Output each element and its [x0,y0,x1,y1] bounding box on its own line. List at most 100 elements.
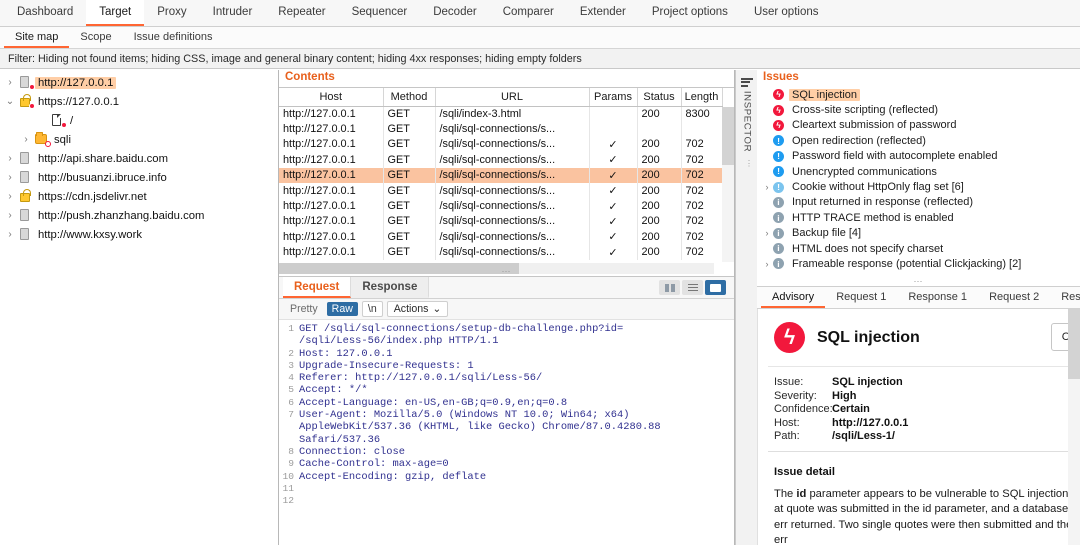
column-header-method[interactable]: Method [383,88,436,107]
scrollbar-thumb[interactable] [279,263,519,274]
split-view-icon[interactable] [659,280,680,295]
newline-button[interactable]: \n [361,301,383,317]
main-tab-sequencer[interactable]: Sequencer [339,0,421,26]
single-view-icon[interactable] [705,280,726,295]
chevron-right-icon[interactable]: › [761,182,773,192]
advisory-header: ϟ SQL injection Com [768,309,1080,367]
issues-list[interactable]: ϟ SQL injection ϟ Cross-site scripting (ref… [757,87,1080,287]
table-row[interactable]: http://127.0.0.1 GET/sqli/sql-connections… [279,121,723,137]
issue-item[interactable]: ›! Cookie without HttpOnly flag set [6] [757,179,1080,194]
scrollbar-thumb[interactable] [1068,309,1080,379]
tree-node[interactable]: ⌄ https://127.0.0.1 [0,92,278,111]
table-row[interactable]: http://127.0.0.1 GET/sqli/sql-connections… [279,198,723,214]
advisory-tab-request-1[interactable]: Request 1 [825,287,897,308]
chevron-right-icon[interactable]: › [3,210,17,221]
chevron-right-icon[interactable]: › [761,228,773,238]
chevron-down-icon[interactable]: ⌄ [3,96,17,107]
tree-node[interactable]: › http://127.0.0.1 [0,73,278,92]
severity-info-icon: i [773,227,784,239]
advisory-tab-response-1[interactable]: Response 1 [897,287,978,308]
contents-horizontal-scrollbar[interactable] [279,263,714,274]
tree-node-label: http://busuanzi.ibruce.info [38,171,167,184]
table-row[interactable]: http://127.0.0.1 GET/sqli/index-3.html 200… [279,106,723,122]
issue-item[interactable]: › i Frameable response (potential Clickjac… [757,256,1080,271]
main-tab-dashboard[interactable]: Dashboard [4,0,86,26]
tab-response[interactable]: Response [351,277,430,298]
list-view-icon[interactable] [682,280,703,295]
chevron-right-icon[interactable]: › [761,259,773,269]
tab-request[interactable]: Request [283,277,352,298]
column-header-url[interactable]: URL [435,88,590,107]
contents-table-container[interactable]: Host Method URL Params Status Length http://1… [279,87,734,277]
table-row[interactable]: http://127.0.0.1 GET/sqli/sql-connections… [279,152,723,168]
chevron-right-icon[interactable]: › [3,172,17,183]
advisory-scrollbar[interactable] [1068,309,1080,545]
issue-detail-text: The id parameter appears to be vulnerabl… [774,487,1074,545]
sub-tab-scope[interactable]: Scope [69,27,122,48]
main-tab-proxy[interactable]: Proxy [144,0,199,26]
issue-item[interactable]: ! Password field with autocomplete enable… [757,149,1080,164]
main-tab-user-options[interactable]: User options [741,0,832,26]
tree-node[interactable]: ›/ [0,111,278,130]
main-tab-repeater[interactable]: Repeater [265,0,338,26]
main-tab-intruder[interactable]: Intruder [200,0,266,26]
inspector-rail[interactable]: INSPECTOR ⋮ [735,70,757,545]
site-map-tree[interactable]: ›http://127.0.0.1⌄https://127.0.0.1›/›sq… [0,70,279,545]
column-header-params[interactable]: Params [589,88,638,107]
column-header-status[interactable]: Status [637,88,682,107]
sub-tab-issue-definitions[interactable]: Issue definitions [123,27,224,48]
issue-item[interactable]: i Input returned in response (reflected) [757,195,1080,210]
contents-table[interactable]: Host Method URL Params Status Length http://1… [279,88,723,260]
main-tab-extender[interactable]: Extender [567,0,639,26]
issue-item[interactable]: ! Unencrypted communications [757,164,1080,179]
table-row[interactable]: http://127.0.0.1 GET/sqli/sql-connections… [279,213,723,230]
sub-tab-site-map[interactable]: Site map [4,27,70,48]
issue-item[interactable]: ϟ SQL injection [757,87,1080,102]
raw-button[interactable]: Raw [326,302,358,316]
chevron-right-icon[interactable]: › [3,77,17,88]
tree-node[interactable]: › https://cdn.jsdelivr.net [0,187,278,206]
chevron-right-icon[interactable]: › [3,191,17,202]
issue-item[interactable]: › i Backup file [4] [757,226,1080,241]
chevron-right-icon[interactable]: › [3,153,17,164]
horizontal-splitter-grip[interactable]: ⋯ [502,266,512,276]
request-body-viewer[interactable]: 1 GET /sqli/sql-connections/setup-db-chal… [279,320,734,545]
cell-length: 702 [681,136,723,153]
issue-item[interactable]: i HTTP TRACE method is enabled [757,210,1080,225]
issue-item[interactable]: i HTML does not specify charset [757,241,1080,256]
table-row[interactable]: http://127.0.0.1 GET/sqli/sql-connections… [279,182,723,199]
column-header-host[interactable]: Host [279,88,384,107]
chevron-right-icon[interactable]: › [3,229,17,240]
issue-item[interactable]: ϟ Cross-site scripting (reflected) [757,102,1080,117]
main-tab-comparer[interactable]: Comparer [490,0,567,26]
issues-splitter-grip[interactable]: ⋯ [914,276,924,286]
chevron-right-icon[interactable]: › [19,134,33,145]
pretty-button[interactable]: Pretty [285,302,323,316]
tree-node[interactable]: › sqli [0,130,278,149]
tree-node[interactable]: › http://push.zhanzhang.baidu.com [0,206,278,225]
column-header-length[interactable]: Length [681,88,723,107]
tree-node[interactable]: › http://busuanzi.ibruce.info [0,168,278,187]
tree-node[interactable]: › http://www.kxsy.work [0,225,278,244]
advisory-tab-response[interactable]: Response [1050,287,1080,308]
cell-url: /sqli/sql-connections/s... [435,152,590,168]
actions-dropdown[interactable]: Actions ⌄ [386,301,449,317]
issue-item[interactable]: ! Open redirection (reflected) [757,133,1080,148]
table-row[interactable]: http://127.0.0.1 GET/sqli/sql-connections… [279,136,723,153]
filter-bar[interactable]: Filter: Hiding not found items; hiding C… [0,49,1080,69]
issue-item[interactable]: ϟ Cleartext submission of password [757,118,1080,133]
tree-node[interactable]: › http://api.share.baidu.com [0,149,278,168]
advisory-tab-request-2[interactable]: Request 2 [978,287,1050,308]
inspector-menu-icon[interactable] [741,76,753,88]
chevron-right-icon[interactable]: › [35,115,49,126]
table-row[interactable]: http://127.0.0.1 GET/sqli/sql-connections… [279,167,723,183]
advisory-tab-advisory[interactable]: Advisory [761,287,826,308]
table-row[interactable]: http://127.0.0.1 GET/sqli/sql-connections… [279,244,723,260]
table-row[interactable]: http://127.0.0.1 GET/sqli/sql-connections… [279,229,723,245]
scrollbar-thumb[interactable] [722,107,734,165]
main-tab-project-options[interactable]: Project options [639,0,741,26]
main-tab-target[interactable]: Target [86,0,145,26]
inspector-grip[interactable]: ⋮ [745,160,753,168]
contents-vertical-scrollbar[interactable] [722,107,734,262]
main-tab-decoder[interactable]: Decoder [420,0,489,26]
